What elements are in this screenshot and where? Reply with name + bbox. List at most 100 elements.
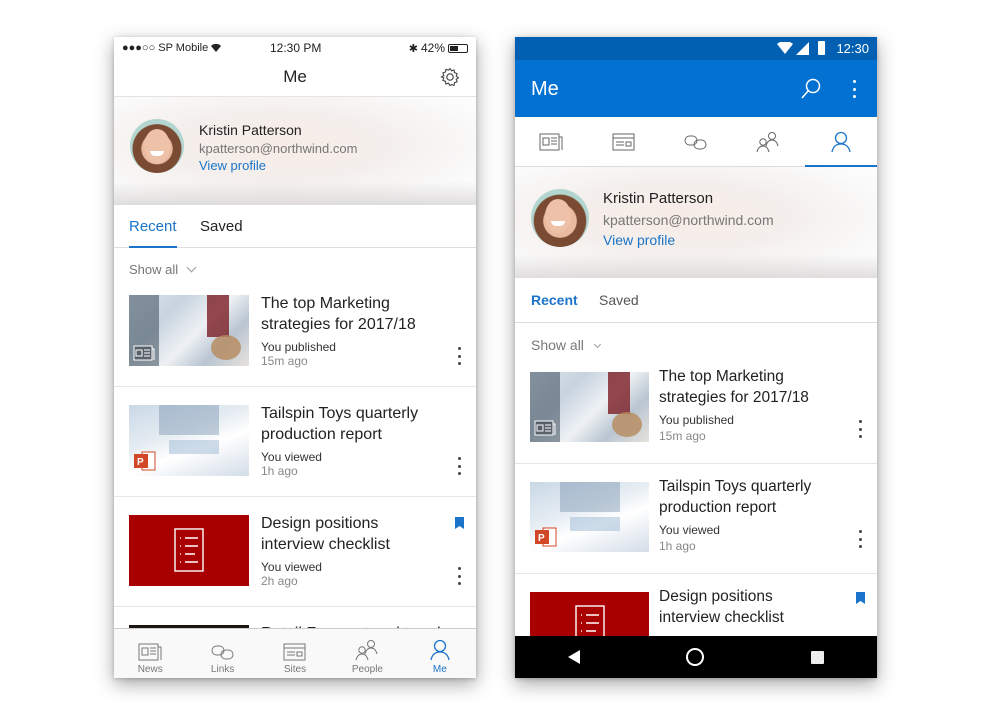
list-item[interactable]: P Tailspin Toys quarterly production repo… xyxy=(515,464,877,574)
item-thumbnail xyxy=(129,295,249,366)
view-profile-link[interactable]: View profile xyxy=(199,158,266,173)
profile-card: Kristin Patterson kpatterson@northwind.c… xyxy=(515,167,877,278)
bluetooth-icon: ✱ xyxy=(408,42,418,55)
tab-news[interactable] xyxy=(515,117,587,166)
profile-name: Kristin Patterson xyxy=(603,190,714,207)
item-time: 2h ago xyxy=(261,574,298,588)
tab-sites[interactable] xyxy=(587,117,659,166)
active-tab-indicator xyxy=(129,246,177,248)
tab-links[interactable]: Links xyxy=(186,629,258,678)
chevron-down-icon xyxy=(593,340,601,349)
item-time: 15m ago xyxy=(261,354,308,368)
tab-recent[interactable]: Recent xyxy=(531,292,578,308)
content-tabs: Recent Saved xyxy=(515,278,877,323)
more-options-icon[interactable] xyxy=(855,530,865,548)
android-status-bar: 12:30 xyxy=(515,37,877,60)
sites-icon xyxy=(283,643,306,661)
links-icon xyxy=(211,645,234,660)
list-item[interactable]: The top Marketing strategies for 2017/18 … xyxy=(114,277,476,387)
item-thumbnail xyxy=(530,372,649,442)
person-icon xyxy=(430,639,450,661)
battery-percent: 42% xyxy=(420,41,445,55)
news-icon xyxy=(133,345,155,361)
links-icon xyxy=(684,135,707,149)
list-item[interactable]: P Tailspin Toys quarterly production repo… xyxy=(114,387,476,497)
back-icon[interactable] xyxy=(567,650,580,664)
tab-people[interactable]: People xyxy=(331,629,403,678)
item-thumbnail: P xyxy=(530,482,649,552)
tab-label: People xyxy=(351,664,383,675)
clock-label: 12:30 PM xyxy=(270,41,322,55)
ios-nav-header: Me xyxy=(114,59,476,97)
tab-saved[interactable]: Saved xyxy=(599,292,639,308)
item-title: Design positions interview checklist xyxy=(659,588,784,626)
overflow-menu-icon[interactable] xyxy=(849,80,859,98)
item-action: You viewed xyxy=(659,523,720,537)
list-item[interactable]: The top Marketing strategies for 2017/18 … xyxy=(515,354,877,464)
item-action: You viewed xyxy=(261,560,322,574)
more-options-icon[interactable] xyxy=(454,457,464,475)
show-all-dropdown[interactable]: Show all xyxy=(129,262,197,277)
news-icon xyxy=(534,420,556,436)
carrier-label: ●●●○○ SP Mobile xyxy=(122,42,209,54)
search-icon[interactable] xyxy=(800,78,822,100)
ios-phone: ●●●○○ SP Mobile 12:30 PM ✱ 42% Me Kristi… xyxy=(114,37,476,678)
sites-icon xyxy=(612,133,635,150)
bookmark-icon[interactable] xyxy=(455,517,464,529)
tab-people[interactable] xyxy=(732,117,804,166)
checklist-icon xyxy=(174,528,204,572)
powerpoint-icon: P xyxy=(535,527,557,547)
chevron-down-icon xyxy=(186,262,197,273)
list-item[interactable]: Design positions interview checklist You … xyxy=(114,497,476,607)
powerpoint-icon: P xyxy=(134,451,156,471)
news-icon xyxy=(138,643,162,661)
tab-recent[interactable]: Recent xyxy=(129,218,177,235)
avatar xyxy=(130,119,184,173)
item-time: 1h ago xyxy=(261,464,298,478)
wifi-icon xyxy=(777,42,793,54)
item-thumbnail xyxy=(129,515,249,586)
battery-icon xyxy=(818,41,825,55)
gear-icon[interactable] xyxy=(440,67,460,87)
more-options-icon[interactable] xyxy=(454,347,464,365)
news-icon xyxy=(539,133,563,150)
content-tabs: Recent Saved xyxy=(114,205,476,248)
item-action: You viewed xyxy=(261,450,322,464)
tab-links[interactable] xyxy=(660,117,732,166)
wifi-icon xyxy=(211,43,222,52)
more-options-icon[interactable] xyxy=(855,420,865,438)
bottom-tab-bar: News Links Sites People Me xyxy=(114,628,476,678)
page-title: Me xyxy=(283,67,307,86)
tab-me[interactable] xyxy=(804,117,877,167)
people-icon xyxy=(756,131,779,152)
tab-sites[interactable]: Sites xyxy=(259,629,331,678)
bookmark-icon[interactable] xyxy=(856,592,865,604)
item-title: The top Marketing strategies for 2017/18 xyxy=(261,295,416,333)
show-all-label: Show all xyxy=(531,337,584,353)
profile-card: Kristin Patterson kpatterson@northwind.c… xyxy=(114,97,476,205)
tab-label: Me xyxy=(432,664,447,675)
tab-saved[interactable]: Saved xyxy=(200,218,243,235)
signal-icon xyxy=(796,42,809,55)
android-phone: 12:30 Me Kristin Patterson kpatterson@no… xyxy=(515,37,877,678)
section-tabs xyxy=(515,117,877,167)
profile-email: kpatterson@northwind.com xyxy=(603,212,774,228)
app-bar: Me xyxy=(515,60,877,117)
ios-status-bar: ●●●○○ SP Mobile 12:30 PM ✱ 42% xyxy=(114,37,476,59)
show-all-dropdown[interactable]: Show all xyxy=(531,337,601,353)
more-options-icon[interactable] xyxy=(454,567,464,585)
tab-label: News xyxy=(137,664,163,675)
item-time: 1h ago xyxy=(659,539,696,553)
people-icon xyxy=(355,640,378,661)
android-nav-bar xyxy=(515,636,877,678)
view-profile-link[interactable]: View profile xyxy=(603,232,675,248)
tab-me[interactable]: Me xyxy=(404,629,476,678)
battery-icon xyxy=(448,43,468,53)
profile-name: Kristin Patterson xyxy=(199,122,302,138)
item-action: You published xyxy=(261,340,336,354)
recents-icon[interactable] xyxy=(811,650,825,664)
home-icon[interactable] xyxy=(685,647,705,667)
item-title: Design positions interview checklist xyxy=(261,515,390,553)
tab-news[interactable]: News xyxy=(114,629,186,678)
profile-email: kpatterson@northwind.com xyxy=(199,141,358,156)
